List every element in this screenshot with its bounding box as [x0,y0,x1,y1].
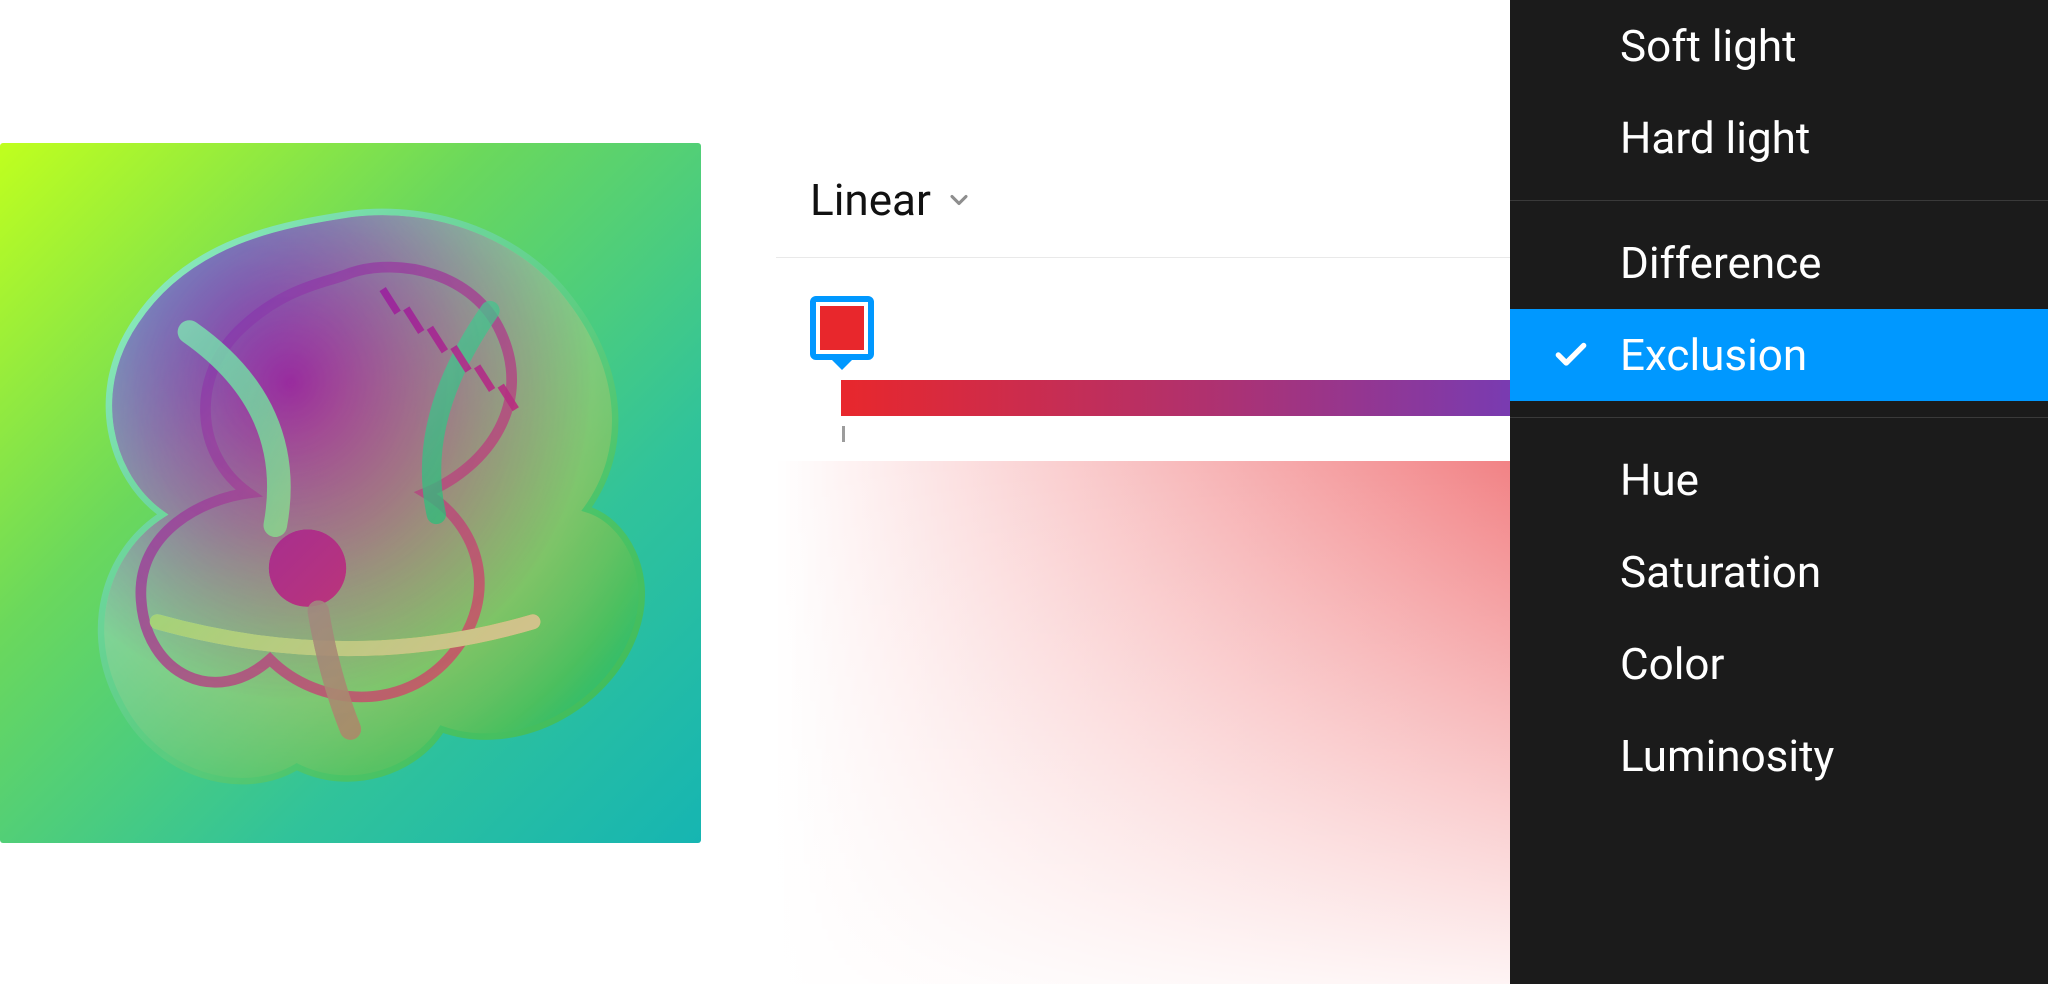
check-icon [1552,336,1590,374]
blend-mode-option-label: Hard light [1620,112,1810,164]
blend-mode-option-label: Color [1620,638,1724,690]
gradient-type-select[interactable]: Linear [810,174,973,226]
blend-mode-option-hue[interactable]: Hue [1510,434,2048,526]
blend-mode-option-hard-light[interactable]: Hard light [1510,92,2048,184]
blend-mode-option-difference[interactable]: Difference [1510,217,2048,309]
chevron-down-icon [945,186,973,214]
gradient-type-label: Linear [810,174,931,226]
preview-blended-shape [0,143,701,843]
menu-separator [1510,417,2048,418]
menu-separator [1510,200,2048,201]
blend-mode-option-label: Exclusion [1620,329,1807,381]
blend-mode-option-color[interactable]: Color [1510,618,2048,710]
blend-mode-option-label: Luminosity [1620,730,1834,782]
blend-mode-option-label: Hue [1620,454,1699,506]
blend-mode-menu[interactable]: Soft light Hard light Difference Exclusion H… [1510,0,2048,984]
preview-shape-svg [28,171,673,815]
blend-mode-option-label: Saturation [1620,546,1821,598]
blend-mode-option-label: Difference [1620,237,1821,289]
blend-mode-option-luminosity[interactable]: Luminosity [1510,710,2048,802]
blend-mode-option-soft-light[interactable]: Soft light [1510,0,2048,92]
gradient-stop-tick [842,426,845,442]
layer-preview [0,143,701,843]
gradient-stop-left[interactable] [810,296,874,360]
blend-mode-option-label: Soft light [1620,20,1797,72]
blend-mode-option-exclusion[interactable]: Exclusion [1510,309,2048,401]
blend-mode-option-saturation[interactable]: Saturation [1510,526,2048,618]
